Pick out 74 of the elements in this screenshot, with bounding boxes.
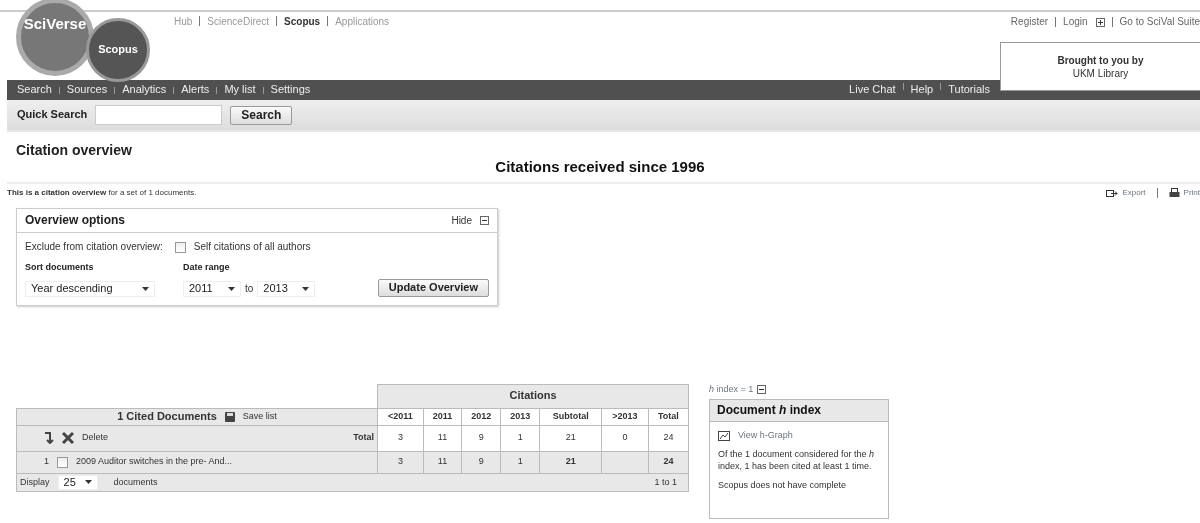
nav-link[interactable]: Analytics [122, 83, 167, 97]
coverage-note: Scopus does not have complete [718, 479, 848, 491]
column-header: 2012 [461, 408, 501, 425]
display-label: Display [20, 476, 50, 488]
page-size-dropdown[interactable]: 25 [57, 474, 98, 491]
column-header: Citations [377, 384, 689, 409]
h-index-summary: h index = 1 [709, 383, 754, 395]
library-name: UKM Library [1071, 67, 1130, 80]
action-link[interactable]: Print [1183, 188, 1200, 199]
caret-icon [84, 480, 92, 485]
account-link[interactable]: Register [1010, 16, 1049, 29]
caret-icon [302, 286, 310, 291]
export-icon [1106, 188, 1119, 198]
nav-link[interactable]: Sources [66, 83, 108, 97]
nav-link[interactable]: Live Chat [849, 83, 896, 97]
documents-label: documents [113, 476, 158, 488]
intro-text: This is a citation overview for a set of 1 documents. [7, 188, 197, 199]
top-nav-link[interactable]: Scopus [284, 16, 321, 29]
caret-icon [228, 286, 235, 291]
account-link[interactable]: Login [1063, 16, 1088, 29]
checkbox[interactable] [57, 456, 68, 468]
date-range-label: Date range [183, 261, 231, 273]
delete-icon[interactable] [62, 432, 74, 444]
total-label: Total [353, 432, 374, 444]
checkbox[interactable] [174, 242, 186, 253]
panel-title: Document h index [710, 400, 888, 422]
collapse-icon[interactable] [757, 384, 767, 394]
nav-link[interactable]: Tutorials [948, 83, 990, 97]
nav-link[interactable]: Alerts [181, 83, 210, 97]
brought-by-label: Brought to you by [1056, 55, 1145, 68]
document-link[interactable]: 2009 Auditor switches in the pre- And... [76, 456, 233, 468]
caret-icon [142, 286, 149, 291]
delete-link[interactable]: Delete [82, 432, 108, 444]
year-dropdown[interactable]: 2011 [183, 281, 241, 297]
save-icon[interactable] [224, 411, 235, 422]
sort-icon[interactable] [44, 432, 54, 444]
sort-label: Sort documents [25, 261, 95, 273]
collapse-icon[interactable] [480, 216, 489, 226]
scopus-logo: Scopus [86, 18, 150, 82]
column-header: 2013 [500, 408, 540, 425]
search-button[interactable]: Search [230, 105, 293, 125]
graph-link[interactable]: View h-Graph [738, 430, 793, 442]
subtitle: Citations received since 1996 [494, 157, 706, 177]
year-dropdown[interactable]: 2013 [257, 281, 316, 297]
action-link[interactable]: Export [1122, 188, 1146, 199]
column-header: >2013 [601, 408, 649, 425]
page-range: 1 to 1 [654, 476, 677, 488]
row-number: 1 [44, 456, 49, 468]
sort-dropdown[interactable]: Year descending [25, 281, 155, 297]
panel-title: Overview options [25, 213, 126, 229]
column-header: <2011 [377, 408, 424, 425]
nav-link[interactable]: My list [224, 83, 256, 97]
h-index-description: Of the 1 document considered for the h index, 1 has been cited at least 1 time. [718, 449, 876, 472]
column-header: Subtotal [539, 408, 602, 425]
save-list-link[interactable]: Save list [242, 411, 277, 423]
exclude-label: Exclude from citation overview: [25, 241, 163, 254]
hide-link[interactable]: Hide [451, 214, 472, 227]
nav-link[interactable]: Settings [270, 83, 311, 97]
to-label: to [245, 282, 254, 296]
search-field[interactable] [95, 105, 223, 125]
nav-link[interactable]: Help [910, 83, 934, 97]
checkbox-label: Self citations of all authors [193, 241, 311, 254]
update-button[interactable]: Update Overview [377, 279, 489, 297]
column-header: Total [648, 408, 689, 425]
documents-heading: 1 Cited Documents [117, 409, 217, 424]
page-title: Citation overview [16, 142, 133, 160]
nav-link[interactable]: Search [17, 83, 52, 97]
quick-search-label: Quick Search [17, 108, 88, 122]
printer-icon [1168, 188, 1180, 199]
sciverse-logo: SciVerse [16, 0, 94, 76]
expand-icon[interactable] [1095, 17, 1105, 27]
account-link[interactable]: Go to SciVal Suite [1119, 16, 1200, 29]
column-header: 2011 [423, 408, 462, 425]
chart-icon[interactable] [718, 430, 730, 441]
